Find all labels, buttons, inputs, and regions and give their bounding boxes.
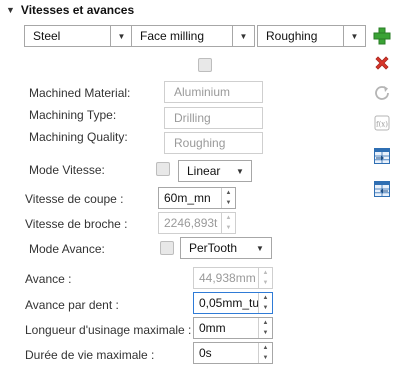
spin-up-icon[interactable]: ▲ [222, 188, 235, 198]
spin-down-icon[interactable]: ▼ [259, 353, 272, 363]
duree-value: 0s [199, 346, 212, 360]
add-icon [373, 27, 391, 45]
vitesse-coupe-value: 60m_mn [164, 191, 211, 205]
vitesse-broche-value: 2246,893t [164, 216, 218, 230]
import-table-icon [374, 148, 390, 164]
machined-material-label: Machined Material: [29, 86, 131, 100]
type-combo[interactable]: Face milling ▼ [131, 25, 255, 47]
spin-up-icon[interactable]: ▲ [259, 343, 272, 353]
spin-down-icon: ▼ [262, 280, 269, 286]
vitesse-broche-label: Vitesse de broche : [25, 217, 128, 231]
machining-quality-label: Machining Quality: [29, 130, 128, 144]
mode-vitesse-combo[interactable]: Linear ▼ [178, 160, 252, 182]
chevron-down-icon[interactable]: ▼ [229, 161, 251, 181]
type-combo-value: Face milling [140, 29, 205, 43]
spin-down-icon: ▼ [225, 225, 232, 231]
avance-dent-value: 0,05mm_tu [199, 296, 258, 310]
section-title: Vitesses et avances [20, 3, 135, 17]
duree-spinbox[interactable]: 0s ▲ ▼ [193, 342, 273, 364]
collapse-triangle-icon[interactable]: ▼ [6, 5, 15, 15]
refresh-button [372, 83, 392, 103]
spin-down-icon[interactable]: ▼ [222, 198, 235, 208]
vitesse-coupe-spinbox[interactable]: 60m_mn ▲ ▼ [158, 187, 236, 209]
delete-icon [375, 56, 389, 70]
mode-avance-value: PerTooth [189, 241, 238, 255]
spin-up-icon: ▲ [225, 215, 232, 221]
formula-button: f(x) [372, 113, 392, 133]
mode-vitesse-checkbox[interactable] [156, 162, 170, 176]
chevron-down-icon[interactable]: ▼ [232, 26, 254, 46]
import-table-button[interactable] [372, 146, 392, 166]
avance-dent-label: Avance par dent : [25, 298, 119, 312]
longueur-label: Longueur d'usinage maximale : [25, 323, 192, 337]
quality-combo-value: Roughing [266, 29, 318, 43]
formula-icon: f(x) [374, 115, 390, 131]
chevron-down-icon[interactable]: ▼ [343, 26, 365, 46]
mode-avance-label: Mode Avance: [29, 242, 105, 256]
spin-up-icon[interactable]: ▲ [259, 318, 272, 328]
avance-value: 44,938mm [199, 271, 256, 285]
svg-text:f(x): f(x) [376, 121, 388, 129]
mode-vitesse-label: Mode Vitesse: [29, 163, 105, 177]
machining-type-label: Machining Type: [29, 108, 117, 122]
spin-down-icon[interactable]: ▼ [259, 328, 272, 338]
longueur-spinbox[interactable]: 0mm ▲ ▼ [193, 317, 273, 339]
chevron-down-icon[interactable]: ▼ [110, 26, 132, 46]
machined-checkbox[interactable] [198, 58, 212, 72]
chevron-down-icon[interactable]: ▼ [249, 238, 271, 258]
duree-label: Durée de vie maximale : [25, 348, 155, 362]
quality-combo[interactable]: Roughing ▼ [257, 25, 366, 47]
export-table-button[interactable] [372, 179, 392, 199]
avance-spinbox: 44,938mm ▲ ▼ [193, 267, 273, 289]
export-table-icon [374, 181, 390, 197]
refresh-icon [375, 86, 389, 100]
spin-up-icon[interactable]: ▲ [259, 293, 272, 303]
machining-quality-field: Roughing [164, 132, 263, 154]
material-combo[interactable]: Steel ▼ [24, 25, 133, 47]
mode-avance-combo[interactable]: PerTooth ▼ [180, 237, 272, 259]
machining-type-field: Drilling [164, 107, 263, 129]
mode-vitesse-value: Linear [187, 164, 221, 178]
vitesse-broche-spinbox: 2246,893t ▲ ▼ [158, 212, 236, 234]
avance-dent-spinbox[interactable]: 0,05mm_tu ▲ ▼ [193, 292, 273, 314]
avance-label: Avance : [25, 272, 72, 286]
mode-avance-checkbox[interactable] [160, 241, 174, 255]
vitesse-coupe-label: Vitesse de coupe : [25, 192, 124, 206]
material-combo-value: Steel [33, 29, 61, 43]
spin-up-icon: ▲ [262, 270, 269, 276]
longueur-value: 0mm [199, 321, 226, 335]
spin-down-icon[interactable]: ▼ [259, 303, 272, 313]
add-button[interactable] [372, 26, 392, 46]
section-header[interactable]: ▼ Vitesses et avances [6, 2, 134, 18]
machined-material-field: Aluminium [164, 81, 263, 103]
delete-button[interactable] [372, 53, 392, 73]
